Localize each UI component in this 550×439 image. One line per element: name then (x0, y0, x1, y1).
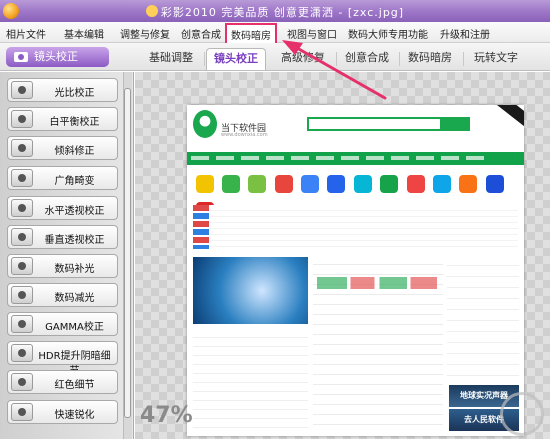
tab-creative[interactable]: 创意合成 (338, 48, 396, 70)
site-app-icons (193, 169, 518, 220)
hdr-icon (11, 344, 33, 362)
menu-master-functions[interactable]: 数码大师专用功能 (348, 26, 428, 41)
app-icon (432, 175, 451, 193)
tab-darkroom[interactable]: 数码暗房 (401, 48, 459, 70)
app-icon (327, 175, 346, 193)
sidebar: 光比校正 白平衡校正 倾斜修正 广角畸变 水平透视校正 垂直透视校正 数码补光 … (0, 72, 134, 439)
site-link-grid (193, 205, 518, 249)
sidebar-item-tilt[interactable]: 倾斜修正 (7, 136, 118, 160)
white-balance-icon (11, 110, 33, 128)
title-bar: 彩影2010 完美品质 创意更潇洒 - [zxc.jpg] (0, 0, 550, 22)
sharpen-icon (11, 403, 33, 421)
watermark-logo-icon (500, 392, 544, 436)
sidebar-item-label: 广角畸变 (54, 176, 95, 187)
sidebar-item-label: 红色细节 (54, 380, 95, 391)
app-icon (406, 175, 425, 193)
sidebar-scrollbar-thumb[interactable] (124, 88, 131, 418)
sidebar-item-label: 数码减光 (54, 293, 95, 304)
app-icon (195, 175, 214, 193)
tab-basic-adjust[interactable]: 基础调整 (140, 48, 202, 70)
site-nav-bar (187, 152, 524, 165)
sidebar-item-wide-angle[interactable]: 广角畸变 (7, 166, 118, 190)
app-icon (353, 175, 372, 193)
site-url: www.downxia.com (221, 132, 268, 138)
site-search-box (307, 117, 442, 131)
toolbar: 镜头校正 基础调整 镜头校正 高级修复 创意合成 数码暗房 玩转文字 (0, 43, 550, 71)
sidebar-item-label: 白平衡校正 (49, 117, 100, 128)
sidebar-item-label: 垂直透视校正 (44, 235, 105, 246)
camera-icon (14, 52, 28, 62)
sidebar-item-reduce-light[interactable]: 数码减光 (7, 283, 118, 307)
app-icon (221, 175, 240, 193)
sidebar-item-horizontal-perspective[interactable]: 水平透视校正 (7, 196, 118, 220)
horizontal-perspective-icon (11, 199, 33, 217)
tab-text[interactable]: 玩转文字 (466, 48, 526, 70)
app-icon (380, 175, 399, 193)
tab-divider (204, 52, 205, 66)
menu-bar: 相片文件 基本编辑 调整与修复 创意合成 数码暗房 视图与窗口 数码大师专用功能… (0, 22, 550, 46)
site-news-list (313, 255, 443, 430)
app-icon (485, 175, 504, 193)
lens-correction-button[interactable]: 镜头校正 (6, 47, 109, 67)
sidebar-item-label: 水平透视校正 (44, 206, 105, 217)
tab-divider (463, 52, 464, 66)
tab-advanced-repair[interactable]: 高级修复 (272, 48, 334, 70)
app-icon (248, 175, 267, 193)
site-search-button (442, 117, 470, 131)
menu-view-window[interactable]: 视图与窗口 (287, 26, 337, 41)
window-title: 彩影2010 完美品质 创意更潇洒 - [zxc.jpg] (0, 4, 550, 20)
tab-divider (399, 52, 400, 66)
sidebar-item-red-detail[interactable]: 红色细节 (7, 370, 118, 394)
vertical-perspective-icon (11, 228, 33, 246)
app-icon (274, 175, 293, 193)
lens-correction-label: 镜头校正 (34, 50, 78, 63)
sidebar-item-gamma[interactable]: GAMMA校正 (7, 312, 118, 336)
sidebar-item-label: GAMMA校正 (45, 322, 104, 333)
app-icon (459, 175, 478, 193)
fill-light-icon (11, 257, 33, 275)
sidebar-item-light-ratio[interactable]: 光比校正 (7, 78, 118, 102)
menu-adjust-repair[interactable]: 调整与修复 (120, 26, 170, 41)
tab-lens-correction[interactable]: 镜头校正 (206, 48, 266, 70)
site-logo-icon (193, 110, 217, 138)
site-right-list (447, 255, 519, 385)
sidebar-item-hdr[interactable]: HDR提升阴暗细节 (7, 341, 118, 377)
red-detail-icon (11, 373, 33, 391)
site-left-list (193, 329, 308, 430)
sidebar-item-label: 快速锐化 (54, 410, 95, 421)
reduce-light-icon (11, 286, 33, 304)
zoom-level: 47% (140, 403, 193, 428)
light-ratio-icon (11, 81, 33, 99)
sidebar-item-sharpen[interactable]: 快速锐化 (7, 400, 118, 424)
app-icon (301, 175, 320, 193)
tilt-icon (11, 139, 33, 157)
site-banner-image (193, 257, 308, 324)
menu-creative[interactable]: 创意合成 (181, 26, 221, 41)
sidebar-item-vertical-perspective[interactable]: 垂直透视校正 (7, 225, 118, 249)
sidebar-item-label: 数码补光 (54, 264, 95, 275)
sidebar-item-label: 倾斜修正 (54, 146, 95, 157)
sidebar-item-label: 光比校正 (54, 88, 95, 99)
menu-upgrade-register[interactable]: 升级和注册 (440, 26, 490, 41)
site-corner-ribbon (489, 105, 524, 137)
menu-file[interactable]: 相片文件 (6, 26, 46, 41)
sidebar-item-white-balance[interactable]: 白平衡校正 (7, 107, 118, 131)
menu-basic-edit[interactable]: 基本编辑 (64, 26, 104, 41)
edited-photo[interactable]: 当下软件园 www.downxia.com 地球实况声器 去人民软件 (187, 105, 524, 436)
app-title-icon (145, 5, 158, 17)
tab-divider (336, 52, 337, 66)
wide-angle-icon (11, 169, 33, 187)
gamma-icon (11, 315, 33, 333)
sidebar-item-fill-light[interactable]: 数码补光 (7, 254, 118, 278)
